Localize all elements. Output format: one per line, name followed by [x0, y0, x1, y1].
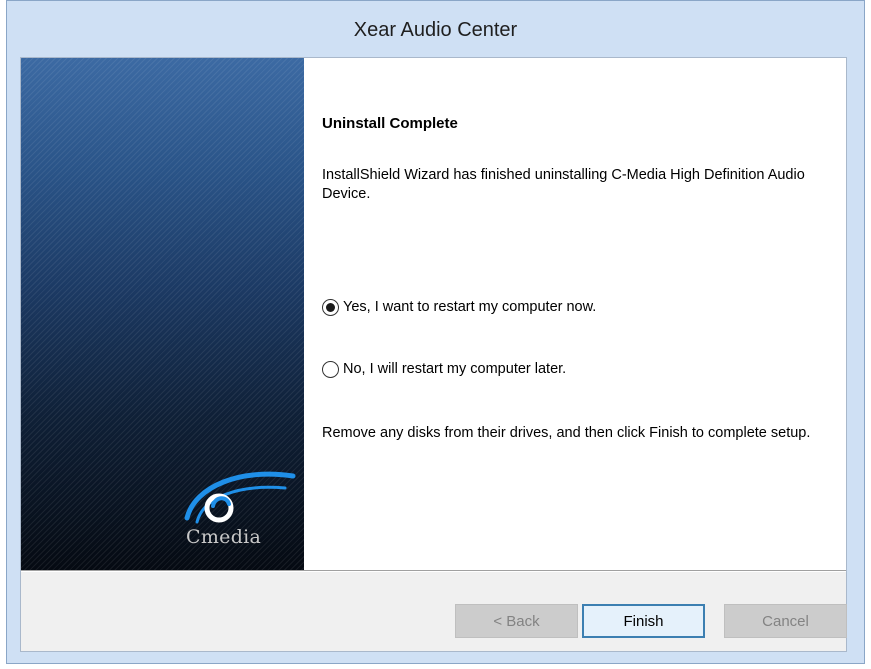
- completion-message: InstallShield Wizard has finished uninst…: [322, 167, 805, 202]
- wizard-content: Uninstall Complete InstallShield Wizard …: [304, 58, 846, 570]
- back-button[interactable]: < Back: [455, 604, 578, 638]
- restart-later-label[interactable]: No, I will restart my computer later.: [343, 361, 566, 377]
- cancel-button[interactable]: Cancel: [724, 604, 847, 638]
- divider: [21, 570, 846, 572]
- logo-text: Cmedia: [186, 526, 262, 548]
- title-bar[interactable]: Xear Audio Center: [7, 1, 864, 57]
- finish-button[interactable]: Finish: [582, 604, 705, 638]
- restart-now-label[interactable]: Yes, I want to restart my computer now.: [343, 299, 596, 315]
- page-title: Uninstall Complete: [322, 115, 458, 132]
- cmedia-swirl-logo-icon: [184, 471, 296, 524]
- window-title: Xear Audio Center: [353, 19, 518, 41]
- restart-later-option[interactable]: No, I will restart my computer later.: [322, 358, 566, 380]
- radio-button-unselected[interactable]: [322, 360, 339, 378]
- restart-now-option[interactable]: Yes, I want to restart my computer now.: [322, 296, 596, 318]
- footer-note: Remove any disks from their drives, and …: [322, 425, 811, 441]
- wizard-panel: Cmedia Uninstall Complete InstallShield …: [20, 57, 847, 652]
- wizard-banner: Cmedia: [21, 58, 304, 570]
- installer-window: Xear Audio Center Cmedia Uninstall Compl…: [6, 0, 865, 664]
- radio-button-selected[interactable]: [322, 298, 339, 316]
